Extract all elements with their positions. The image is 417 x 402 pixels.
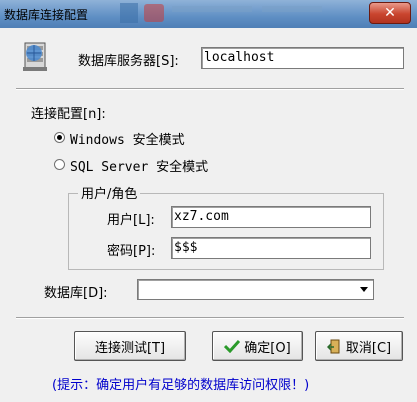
window-title: 数据库连接配置 xyxy=(4,8,89,22)
separator xyxy=(16,88,404,90)
background-taskbar-ghost xyxy=(120,3,322,23)
user-label: 用户[L]: xyxy=(107,213,155,228)
server-label: 数据库服务器[S]: xyxy=(78,54,179,69)
database-label: 数据库[D]: xyxy=(44,286,108,301)
close-icon: ✕ xyxy=(384,5,396,21)
database-combo-dropdown[interactable] xyxy=(356,281,372,298)
check-icon xyxy=(224,339,241,353)
radio-windows-auth[interactable] xyxy=(54,132,65,143)
password-input[interactable]: $$$ xyxy=(171,237,371,259)
test-connection-label: 连接测试[T] xyxy=(94,340,166,356)
user-input[interactable]: xz7.com xyxy=(171,206,371,228)
test-connection-button[interactable]: 连接测试[T] xyxy=(74,331,186,361)
password-label: 密码[P]: xyxy=(107,244,156,259)
database-combo[interactable] xyxy=(137,279,374,300)
radio-sql-auth-label[interactable]: SQL Server 安全模式 xyxy=(70,156,208,175)
radio-windows-auth-label[interactable]: Windows 安全模式 xyxy=(70,129,185,148)
cancel-button[interactable]: 取消[C] xyxy=(315,331,403,361)
exit-door-icon xyxy=(326,339,340,353)
cancel-label: 取消[C] xyxy=(345,340,392,356)
permission-hint: (提示：确定用户有足够的数据库访问权限！) xyxy=(52,378,310,393)
database-server-icon xyxy=(23,42,47,71)
connection-label: 连接配置[n]: xyxy=(31,107,106,122)
title-bar[interactable]: 数据库连接配置 ✕ xyxy=(0,0,417,28)
dialog-body: 数据库服务器[S]: localhost 连接配置[n]: Windows 安全… xyxy=(4,28,413,402)
separator xyxy=(16,317,404,319)
ok-label: 确定[O] xyxy=(244,340,291,356)
radio-sql-auth[interactable] xyxy=(54,159,65,170)
user-role-group-label: 用户/角色 xyxy=(78,183,141,202)
server-input[interactable]: localhost xyxy=(201,47,404,69)
chevron-down-icon xyxy=(360,287,368,292)
close-button[interactable]: ✕ xyxy=(369,2,411,24)
ok-button[interactable]: 确定[O] xyxy=(212,331,303,361)
